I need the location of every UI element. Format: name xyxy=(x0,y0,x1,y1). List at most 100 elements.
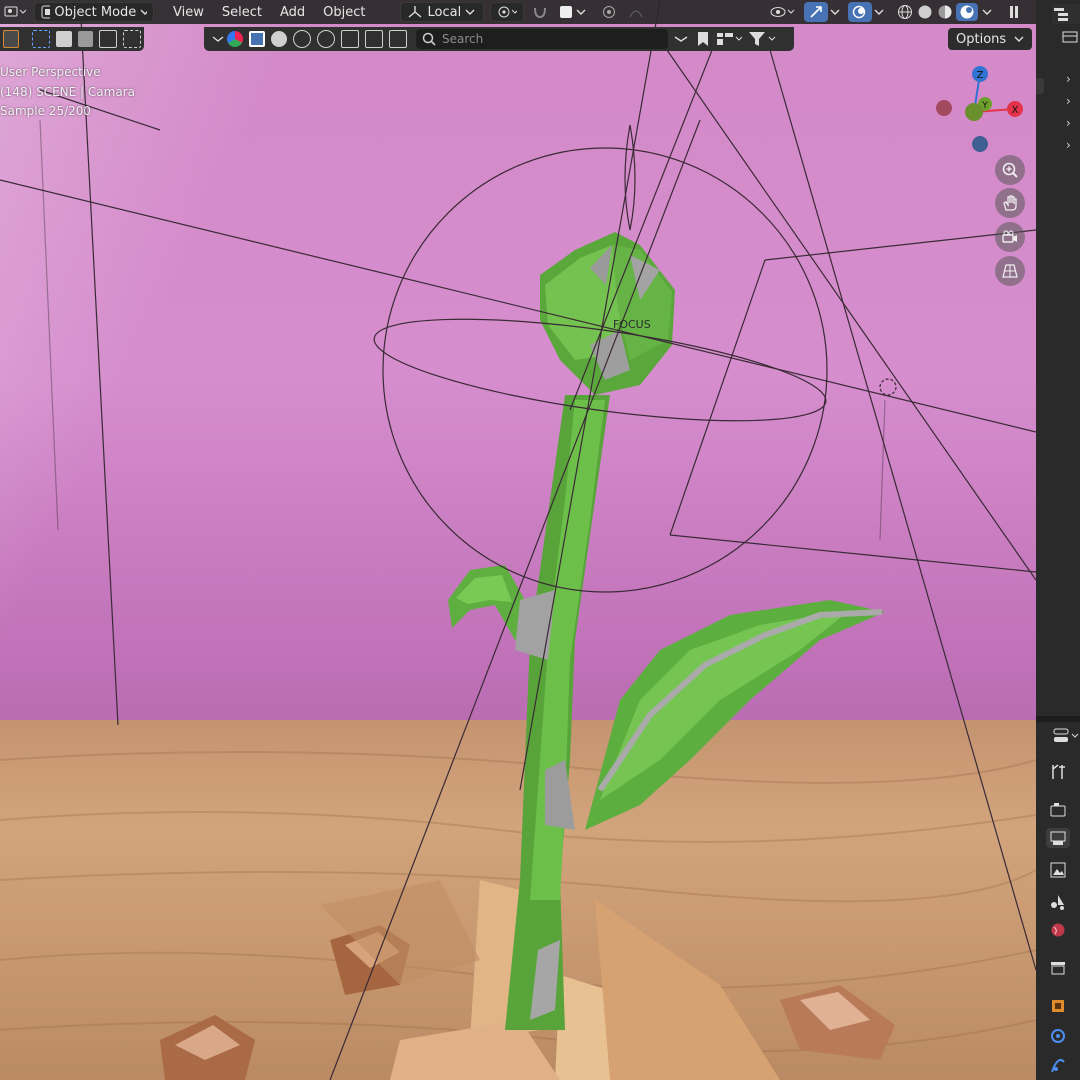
tool-settings-left xyxy=(0,27,144,51)
navigation-gizmo[interactable]: Z X Y xyxy=(930,62,1030,162)
options-label: Options xyxy=(956,31,1007,47)
outliner-expand-icon[interactable]: › xyxy=(1066,94,1071,108)
filter-icon[interactable] xyxy=(748,31,778,47)
chevron-down-icon xyxy=(830,9,840,15)
object-mode-label: Object Mode xyxy=(54,4,137,20)
search-icon xyxy=(422,32,436,46)
options-dropdown[interactable]: Options xyxy=(948,28,1033,50)
menu-view[interactable]: View xyxy=(164,5,213,20)
outliner-editor-type-icon[interactable] xyxy=(1052,4,1080,24)
shading-mode-group xyxy=(894,2,980,22)
outliner-panel: › › › › xyxy=(1036,0,1080,716)
view-perspective-label: User Perspective xyxy=(0,65,101,79)
chevron-down-icon xyxy=(1014,36,1024,42)
right-panels: › › › › xyxy=(1036,0,1080,1080)
chevron-down-icon xyxy=(982,9,992,15)
zoom-icon[interactable] xyxy=(995,155,1025,185)
menu-object[interactable]: Object xyxy=(314,5,374,20)
view-layer-icon[interactable] xyxy=(1048,860,1068,880)
outliner-expand-icon[interactable]: › xyxy=(1066,72,1071,86)
overlay-icon[interactable] xyxy=(848,2,873,22)
outliner-expand-icon[interactable]: › xyxy=(1066,116,1071,130)
particles-icon[interactable] xyxy=(1048,1056,1068,1076)
scene-camera-label: (148) SCENE | Camara xyxy=(0,85,135,99)
rendered-shading-icon[interactable] xyxy=(956,3,979,21)
editor-type-icon[interactable] xyxy=(0,2,30,22)
focus-label: FOCUS xyxy=(613,318,651,331)
properties-editor-type-icon[interactable] xyxy=(1052,726,1080,750)
transform-orientation-label: Local xyxy=(427,4,462,20)
pivot-icon[interactable] xyxy=(490,2,525,22)
chevron-down-icon xyxy=(465,9,475,15)
tool-icon[interactable] xyxy=(1048,762,1068,782)
chevron-down-icon xyxy=(576,9,586,15)
gizmo-neg-z-axis[interactable] xyxy=(972,136,988,152)
3d-viewport[interactable]: FOCUS User Perspective (148) SCENE | Cam… xyxy=(0,0,1036,1080)
search-input[interactable]: Search xyxy=(416,29,668,49)
visibility-icon[interactable] xyxy=(764,2,802,22)
brush-filter-icon[interactable] xyxy=(341,30,359,48)
mesh-filter-icon[interactable] xyxy=(271,31,287,47)
select-extend-icon[interactable] xyxy=(55,31,72,47)
svg-text:X: X xyxy=(1012,105,1019,116)
output-icon[interactable] xyxy=(1046,828,1070,848)
gizmo-neg-x-axis[interactable] xyxy=(936,100,952,116)
object-filter-icon[interactable] xyxy=(249,31,265,47)
material-shading-icon[interactable] xyxy=(936,4,954,20)
proportional-editing-icon[interactable] xyxy=(596,2,622,22)
chevron-down-icon xyxy=(874,9,884,15)
outliner-expand-icon[interactable]: › xyxy=(1066,138,1071,152)
gizmo-dropdown[interactable] xyxy=(828,2,842,22)
chevron-down-icon[interactable] xyxy=(212,35,224,43)
select-new-icon[interactable] xyxy=(31,30,50,48)
snap-target-icon xyxy=(560,6,573,18)
modifier-icon[interactable] xyxy=(1048,1026,1068,1046)
svg-text:Z: Z xyxy=(977,70,984,81)
shading-dropdown[interactable] xyxy=(980,2,994,22)
sidebar-toggle[interactable] xyxy=(1036,78,1044,94)
header-menu: View Select Add Object xyxy=(164,5,374,20)
filter-toolbar: Search xyxy=(204,27,794,51)
pause-render-icon[interactable] xyxy=(1002,2,1026,22)
node-filter-icon[interactable] xyxy=(365,30,383,48)
overlay-dropdown[interactable] xyxy=(872,2,886,22)
snap-icon[interactable] xyxy=(526,2,554,22)
viewport-header: Object Mode View Select Add Object Local xyxy=(0,0,1036,24)
sort-dropdown[interactable] xyxy=(716,31,744,47)
render-icon[interactable] xyxy=(1048,800,1068,820)
select-subtract-icon[interactable] xyxy=(77,31,94,47)
bookmark-icon[interactable] xyxy=(696,31,710,47)
menu-add[interactable]: Add xyxy=(271,5,314,20)
object-icon[interactable] xyxy=(1048,996,1068,1016)
collection-filter-icon[interactable] xyxy=(227,31,243,47)
gizmo-icon[interactable] xyxy=(804,2,829,22)
select-tool-icon[interactable] xyxy=(3,30,19,48)
object-mode-dropdown[interactable]: Object Mode xyxy=(34,2,154,22)
select-invert-icon[interactable] xyxy=(99,30,118,48)
hand-icon[interactable] xyxy=(995,188,1025,218)
world-icon[interactable] xyxy=(1048,920,1068,940)
falloff-icon[interactable] xyxy=(622,2,656,22)
scene-icon[interactable] xyxy=(1048,892,1068,912)
collection-icon[interactable] xyxy=(1048,958,1068,978)
material-filter-icon[interactable] xyxy=(293,30,311,48)
chevron-down-icon xyxy=(140,9,147,15)
transform-orientation-dropdown[interactable]: Local xyxy=(400,2,485,22)
texture-filter-icon[interactable] xyxy=(389,30,407,48)
orientation-icon xyxy=(409,6,422,18)
object-mode-icon xyxy=(41,5,51,19)
render-sample-label: Sample 25/200 xyxy=(0,104,92,118)
scene-render xyxy=(0,0,1036,1080)
chevron-down-icon[interactable] xyxy=(674,35,688,43)
properties-tabs xyxy=(1036,722,1080,1080)
menu-select[interactable]: Select xyxy=(213,5,271,20)
gizmo-neg-y-axis[interactable] xyxy=(965,103,983,121)
select-intersect-icon[interactable] xyxy=(123,30,141,48)
grid-view-icon[interactable] xyxy=(995,256,1025,286)
wireframe-shading-icon[interactable] xyxy=(896,4,914,20)
snap-target-dropdown[interactable] xyxy=(554,2,592,22)
outliner-filter-icon[interactable] xyxy=(1062,30,1080,44)
solid-shading-icon[interactable] xyxy=(916,4,934,20)
camera-view-icon[interactable] xyxy=(995,222,1025,252)
world-filter-icon[interactable] xyxy=(317,30,335,48)
